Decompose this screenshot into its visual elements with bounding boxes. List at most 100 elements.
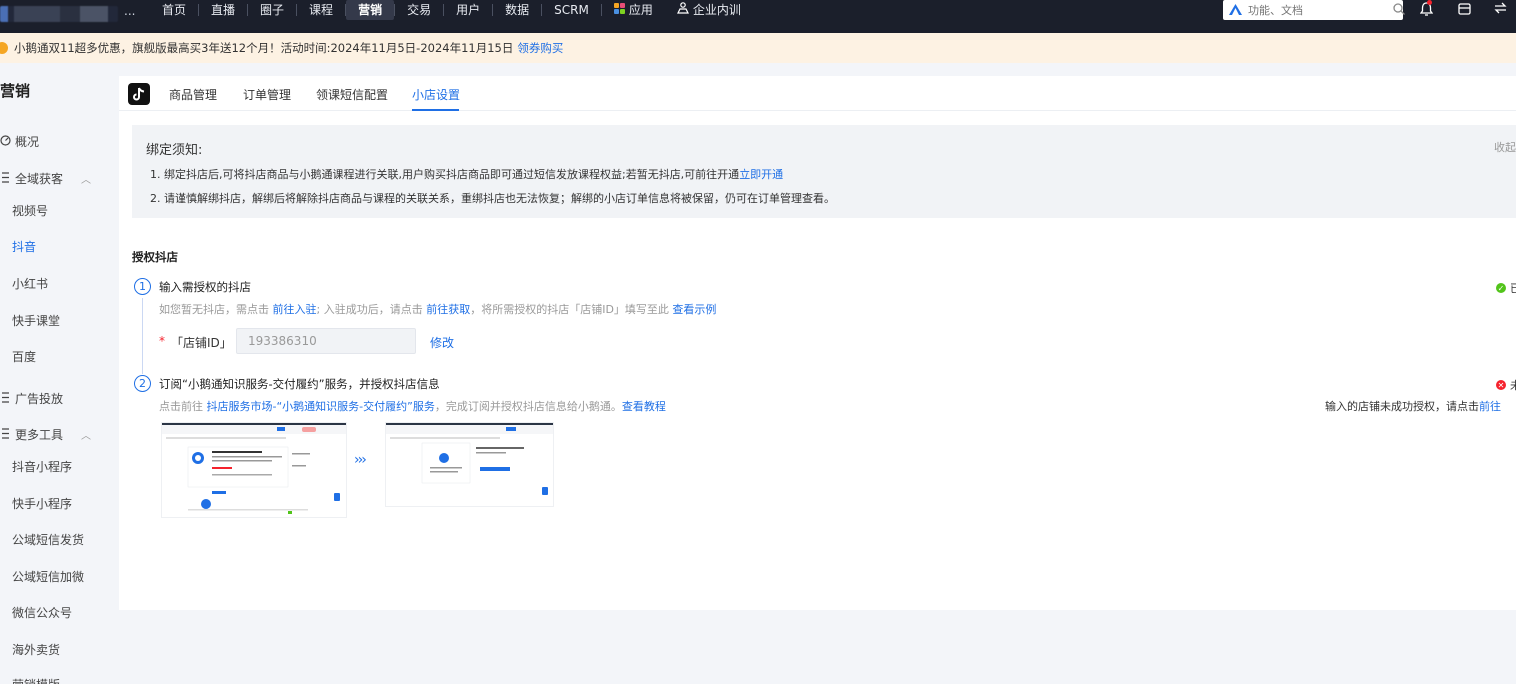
desc-text: 如您暂无抖店，需点击 xyxy=(159,303,269,316)
view-example-link[interactable]: 查看示例 xyxy=(672,303,716,316)
step-1-title: 输入需授权的抖店 xyxy=(159,280,251,294)
nav-label: 数据 xyxy=(505,3,530,17)
brand-mark-icon xyxy=(1229,4,1242,16)
desc-text: ; 入驻成功后，请点击 xyxy=(316,303,423,316)
error-circle-icon: ✕ xyxy=(1496,380,1506,390)
service-market-link[interactable]: 抖店服务市场-“小鹅通知识服务-交付履约”服务 xyxy=(207,400,435,413)
nav-course[interactable]: 课程 xyxy=(297,0,345,20)
tutorial-screenshot-2[interactable] xyxy=(386,423,553,506)
nav-enterprise-training[interactable]: 企业内训 xyxy=(665,0,753,20)
active-tab-indicator xyxy=(412,109,459,111)
nav-scrm[interactable]: SCRM xyxy=(542,0,601,20)
nav-circle[interactable]: 圈子 xyxy=(248,0,296,20)
arrows-right-icon: ››› xyxy=(354,452,367,468)
global-search[interactable] xyxy=(1223,0,1405,20)
notice-text: 1. 绑定抖店后,可将抖店商品与小鹅通课程进行关联,用户购买抖店商品即可通过短信… xyxy=(150,168,740,181)
nav-label: SCRM xyxy=(554,3,589,17)
nav-home[interactable]: 首页 xyxy=(150,0,198,20)
bell-icon[interactable] xyxy=(1419,2,1434,20)
nav-label: 首页 xyxy=(162,3,187,17)
nav-apps[interactable]: 应用 xyxy=(602,0,665,20)
sidebar-item-overseas[interactable]: 海外卖货 xyxy=(12,641,60,658)
step-2-status: ✕ 未 xyxy=(1496,377,1516,393)
sidebar-item-label: 海外卖货 xyxy=(12,643,61,657)
more-ellipsis[interactable]: ... xyxy=(124,4,135,18)
notice-line-1: 1. 绑定抖店后,可将抖店商品与小鹅通课程进行关联,用户购买抖店商品即可通过短信… xyxy=(150,166,783,182)
section-title: 授权抖店 xyxy=(132,250,178,264)
sidebar-item-xiaohongshu[interactable]: 小红书 xyxy=(12,275,48,292)
nav-live[interactable]: 直播 xyxy=(199,0,247,20)
store-icon[interactable] xyxy=(1458,2,1471,19)
switch-icon[interactable] xyxy=(1494,2,1507,18)
sidebar-item-overview[interactable]: 概况 xyxy=(0,133,39,150)
open-now-link[interactable]: 立即开通 xyxy=(739,168,783,181)
notification-dot xyxy=(1427,0,1432,5)
sidebar-title: 营销 xyxy=(0,82,31,100)
step-2-desc: 点击前往 抖店服务市场-“小鹅通知识服务-交付履约”服务，完成订阅并授权抖店信息… xyxy=(159,398,666,414)
coupon-link[interactable]: 领券购买 xyxy=(517,40,563,56)
sidebar-item-channels[interactable]: 视频号 xyxy=(12,202,48,219)
sidebar-item-douyin-miniapp[interactable]: 抖音小程序 xyxy=(12,458,72,475)
shop-id-input[interactable] xyxy=(236,328,416,354)
sidebar-item-label: 视频号 xyxy=(12,204,49,218)
tab-sms-config[interactable]: 领课短信配置 xyxy=(316,86,388,103)
sidebar-item-label: 公域短信发货 xyxy=(12,533,85,547)
sidebar-item-wechat-official[interactable]: 微信公众号 xyxy=(12,604,72,621)
top-navbar: ... 首页 直播 圈子 课程 营销 交易 用户 数据 SCRM 应用 企业内训 xyxy=(0,0,1516,33)
sidebar-item-more-tools[interactable]: 更多工具 ︿ xyxy=(0,426,91,443)
go-register-link[interactable]: 前往入驻 xyxy=(273,303,317,316)
sidebar-item-label: 快手课堂 xyxy=(12,314,61,328)
search-input[interactable] xyxy=(1248,3,1393,17)
sidebar-item-global-acquisition[interactable]: 全域获客 ︿ xyxy=(0,170,91,187)
check-circle-icon: ✓ xyxy=(1496,283,1506,293)
sidebar-item-label: 营销模版 xyxy=(12,676,60,684)
sidebar-item-baidu[interactable]: 百度 xyxy=(12,348,36,365)
go-authorize-link[interactable]: 前往 xyxy=(1479,400,1501,413)
sidebar-item-label: 百度 xyxy=(12,350,37,364)
collapse-button[interactable]: 收起 xyxy=(1494,139,1516,155)
tab-products[interactable]: 商品管理 xyxy=(169,86,217,103)
go-fetch-link[interactable]: 前往获取 xyxy=(426,303,470,316)
sidebar: 营销 概况 全域获客 ︿ 视频号 抖音 小红书 快手课堂 百度 广告投放 更多工… xyxy=(0,63,110,684)
sidebar-item-ads[interactable]: 广告投放 xyxy=(0,390,63,407)
step-connector xyxy=(142,298,143,374)
tools-icon xyxy=(0,427,11,442)
edit-shop-id-button[interactable]: 修改 xyxy=(430,334,454,351)
sidebar-item-douyin[interactable]: 抖音 xyxy=(12,238,36,255)
org-chart-icon xyxy=(676,0,689,20)
sidebar-item-templates[interactable]: 营销模版 xyxy=(12,676,60,684)
sidebar-item-label: 广告投放 xyxy=(15,392,64,406)
acquisition-icon xyxy=(0,171,11,186)
brand-logo[interactable] xyxy=(0,6,118,22)
nav-data[interactable]: 数据 xyxy=(493,0,541,20)
warning-icon xyxy=(0,42,8,54)
tab-shop-settings[interactable]: 小店设置 xyxy=(412,86,460,103)
sidebar-item-label: 快手小程序 xyxy=(12,497,73,511)
step-2-title: 订阅“小鹅通知识服务-交付履约”服务，并授权抖店信息 xyxy=(159,377,440,391)
sidebar-item-kuaishou-class[interactable]: 快手课堂 xyxy=(12,312,60,329)
sidebar-item-label: 抖音小程序 xyxy=(12,460,73,474)
overview-icon xyxy=(0,134,11,149)
status-text: 已 xyxy=(1510,282,1516,295)
sidebar-item-label: 小红书 xyxy=(12,277,49,291)
sidebar-item-sms-wechat[interactable]: 公域短信加微 xyxy=(12,568,84,585)
nav-trade[interactable]: 交易 xyxy=(395,0,443,20)
nav-users[interactable]: 用户 xyxy=(444,0,492,20)
sidebar-item-label: 微信公众号 xyxy=(12,606,73,620)
search-icon[interactable] xyxy=(1393,2,1405,18)
view-tutorial-link[interactable]: 查看教程 xyxy=(622,400,666,413)
sidebar-item-label: 公域短信加微 xyxy=(12,570,85,584)
sidebar-item-kuaishou-miniapp[interactable]: 快手小程序 xyxy=(12,495,72,512)
nav-label: 营销 xyxy=(358,3,383,17)
nav-marketing[interactable]: 营销 xyxy=(346,0,395,20)
tutorial-screenshot-1[interactable] xyxy=(162,423,346,517)
main-nav: 首页 直播 圈子 课程 营销 交易 用户 数据 SCRM 应用 企业内训 xyxy=(150,0,753,20)
tab-orders[interactable]: 订单管理 xyxy=(243,86,291,103)
nav-label: 用户 xyxy=(456,3,481,17)
sidebar-item-sms-delivery[interactable]: 公域短信发货 xyxy=(12,531,84,548)
notice-title: 绑定须知: xyxy=(146,143,203,158)
main-card: 商品管理 订单管理 领课短信配置 小店设置 绑定须知: 收起 1. 绑定抖店后,… xyxy=(119,76,1516,610)
nav-label: 圈子 xyxy=(260,3,285,17)
desc-text: ，将所需授权的抖店「店铺ID」填写至此 xyxy=(470,303,669,316)
promo-banner: 小鹅通双11超多优惠，旗舰版最高买3年送12个月！活动时间:2024年11月5日… xyxy=(0,33,1516,63)
